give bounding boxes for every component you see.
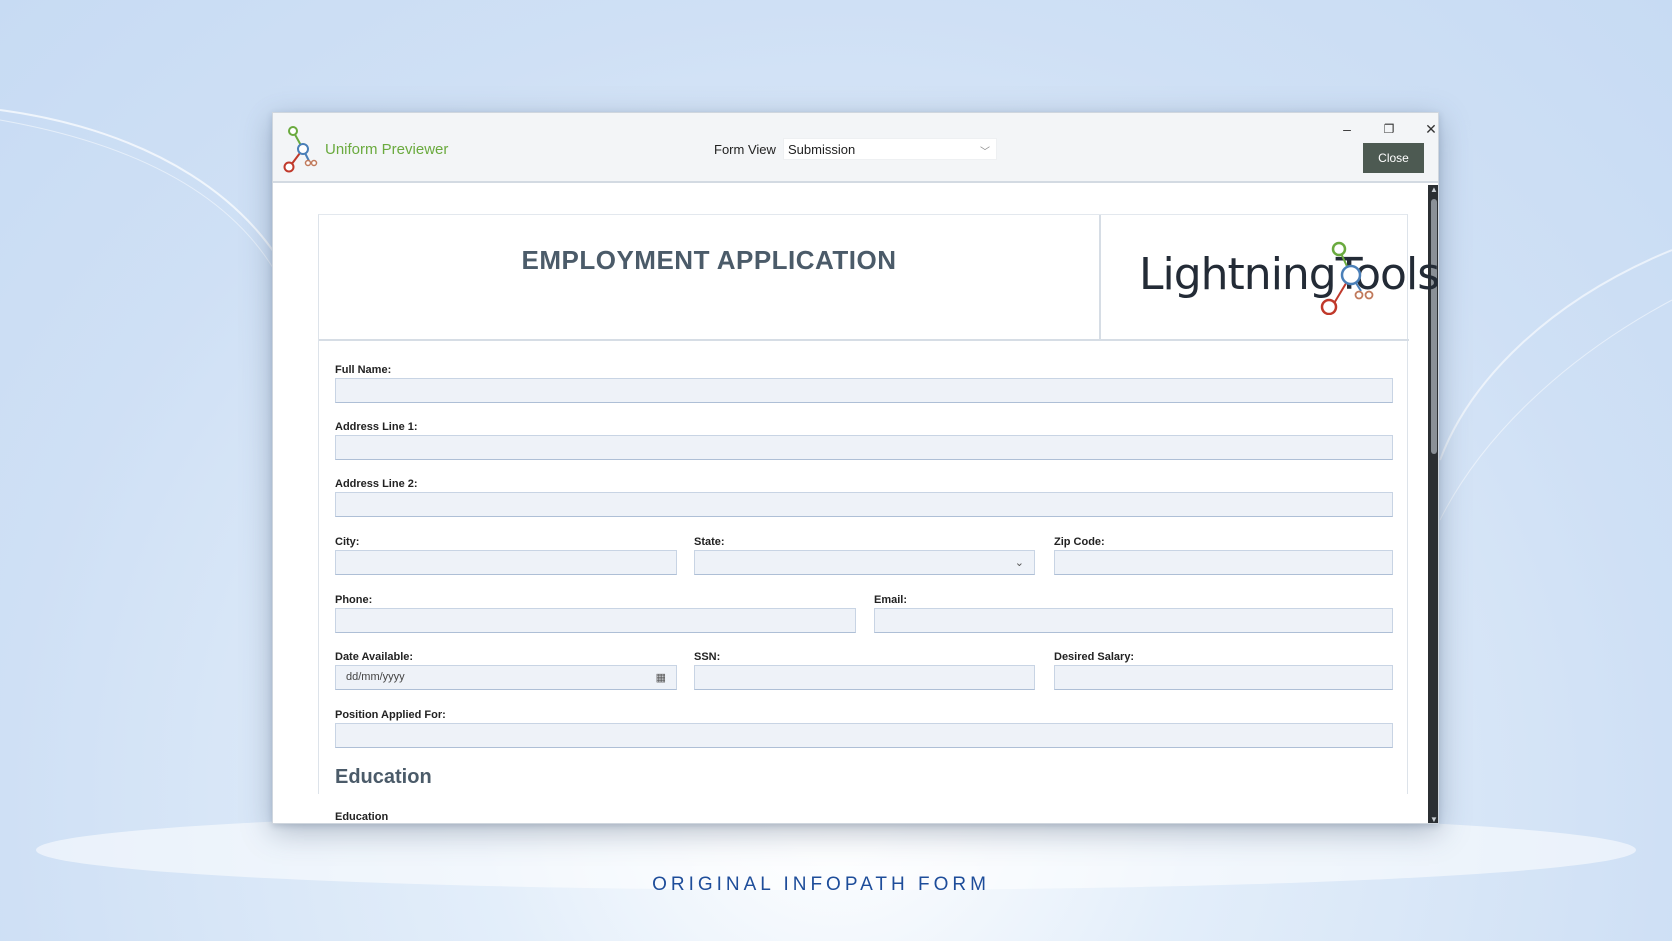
chevron-down-icon: ﹀	[980, 147, 990, 158]
brand-molecule-icon	[1320, 241, 1374, 315]
form-view-value: Submission	[788, 142, 856, 157]
brand-text: LightningTools	[1139, 249, 1439, 300]
caption: ORIGINAL INFOPATH FORM	[652, 874, 990, 895]
close-button[interactable]: Close	[1363, 143, 1424, 173]
form-view-label: Form View	[714, 142, 776, 157]
full-name-input[interactable]	[335, 378, 1393, 403]
scroll-down-icon[interactable]: ▼	[1428, 815, 1438, 823]
chevron-down-icon: ⌄	[1014, 557, 1024, 569]
email-input[interactable]	[874, 608, 1393, 633]
full-name-label: Full Name:	[335, 364, 392, 376]
lightningtools-logo: LightningTools	[1119, 235, 1438, 325]
form-view-select[interactable]: Submission ﹀	[783, 138, 997, 160]
education-label: Education	[335, 811, 389, 823]
minimize-button[interactable]: –	[1332, 119, 1362, 139]
form-header: EMPLOYMENT APPLICATION LightningTools	[319, 215, 1438, 341]
scroll-thumb[interactable]	[1431, 199, 1437, 454]
header-divider	[1099, 215, 1101, 341]
state-label: State:	[694, 536, 725, 548]
app-title: Uniform Previewer	[325, 141, 449, 158]
address-line-2-label: Address Line 2:	[335, 478, 418, 490]
ssn-input[interactable]	[694, 665, 1035, 690]
phone-label: Phone:	[335, 594, 373, 606]
phone-input[interactable]	[335, 608, 856, 633]
title-bar: Uniform Previewer Form View Submission ﹀…	[273, 113, 1438, 183]
position-applied-input[interactable]	[335, 723, 1393, 748]
calendar-icon[interactable]: ▦	[656, 671, 666, 684]
zip-code-input[interactable]	[1054, 550, 1393, 575]
position-applied-label: Position Applied For:	[335, 709, 446, 721]
address-line-1-input[interactable]	[335, 435, 1393, 460]
date-available-input[interactable]: dd/mm/yyyy ▦	[335, 665, 677, 690]
address-line-2-input[interactable]	[335, 492, 1393, 517]
uniform-logo-icon	[283, 126, 318, 173]
zip-code-label: Zip Code:	[1054, 536, 1105, 548]
address-line-1-label: Address Line 1:	[335, 421, 418, 433]
date-available-label: Date Available:	[335, 651, 414, 663]
city-input[interactable]	[335, 550, 677, 575]
employment-form: EMPLOYMENT APPLICATION LightningTools Fu…	[318, 214, 1438, 823]
email-label: Email:	[874, 594, 908, 606]
date-placeholder: dd/mm/yyyy	[346, 671, 405, 683]
education-section-title: Education	[335, 766, 432, 788]
state-select[interactable]: ⌄	[694, 550, 1035, 575]
form-title: EMPLOYMENT APPLICATION	[521, 245, 897, 275]
desired-salary-input[interactable]	[1054, 665, 1393, 690]
scroll-up-icon[interactable]: ▲	[1428, 185, 1438, 195]
desired-salary-label: Desired Salary:	[1054, 651, 1135, 663]
ssn-label: SSN:	[694, 651, 721, 663]
uniform-previewer-window: Uniform Previewer Form View Submission ﹀…	[272, 112, 1439, 824]
window-close-button[interactable]: ✕	[1416, 119, 1438, 139]
restore-button[interactable]: ❐	[1374, 119, 1404, 139]
city-label: City:	[335, 536, 360, 548]
